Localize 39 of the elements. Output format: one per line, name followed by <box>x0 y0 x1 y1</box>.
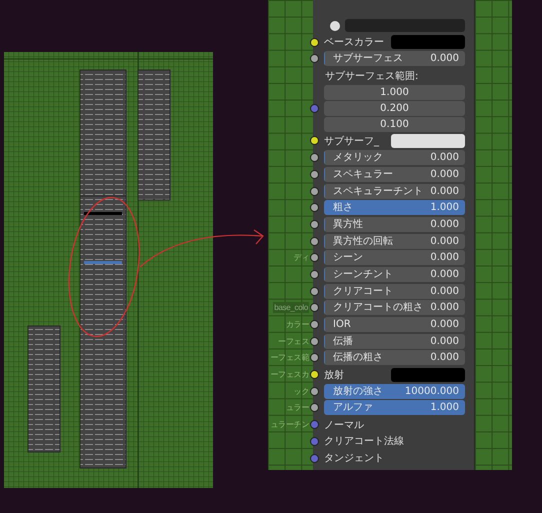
value-slider[interactable]: 異方性の回転 0.000 <box>324 234 465 249</box>
vector-field[interactable]: 0.200 <box>324 100 465 116</box>
material-icon <box>330 20 340 30</box>
value-slider[interactable]: シーンチント 0.000 <box>324 266 465 282</box>
color-swatch[interactable] <box>391 134 465 148</box>
background-node-label: base_colo <box>273 302 309 314</box>
background-node-label: ーフェスカ <box>270 369 309 380</box>
background-node-label: ーフェス <box>278 336 309 347</box>
vector-field[interactable]: 0.100 <box>324 116 465 132</box>
value-slider[interactable]: クリアコートの粗さ 0.000 <box>324 300 465 316</box>
color-swatch[interactable] <box>391 35 465 50</box>
value-slider[interactable]: IOR 0.000 <box>324 317 465 332</box>
value-slider[interactable]: スペキュラー 0.000 <box>324 166 465 182</box>
background-node-label: カラー <box>286 319 309 330</box>
background-node-label: ュラーチン <box>270 419 309 430</box>
value-slider[interactable]: メタリック 0.000 <box>324 150 465 166</box>
socket-label: ベースカラー <box>324 36 385 50</box>
socket-label: サブサーフェス範囲: <box>324 70 418 83</box>
value-slider[interactable]: 伝播の粗さ 0.000 <box>324 350 465 366</box>
value-slider[interactable]: 伝播 0.000 <box>324 334 465 349</box>
value-slider[interactable]: クリアコート 0.000 <box>324 284 465 299</box>
color-swatch[interactable] <box>391 368 465 382</box>
socket-label: サブサーフ_ <box>324 134 380 148</box>
value-slider[interactable]: 放射の強さ 10000.000 <box>324 384 465 399</box>
background-node-label: ーフェス範 <box>270 352 309 364</box>
background-node-label: ディ <box>294 252 309 264</box>
value-slider[interactable]: スペキュラーチント 0.000 <box>324 184 465 198</box>
socket-label: 放射 <box>324 368 345 382</box>
value-slider[interactable]: 異方性 0.000 <box>324 216 465 232</box>
value-slider[interactable]: 粗さ 1.000 <box>324 200 465 216</box>
background-node-label: ュラー <box>286 402 309 414</box>
socket-label: タンジェント <box>324 452 384 465</box>
value-slider[interactable]: サブサーフェス 0.000 <box>324 51 465 66</box>
background-node-label: ック <box>294 386 309 397</box>
socket-label: クリアコート法線 <box>324 434 404 448</box>
value-slider[interactable]: シーン 0.000 <box>324 250 465 266</box>
socket-label: ノーマル <box>324 418 364 432</box>
vector-field[interactable]: 1.000 <box>324 84 465 100</box>
value-slider[interactable]: アルファ 1.000 <box>324 400 465 416</box>
